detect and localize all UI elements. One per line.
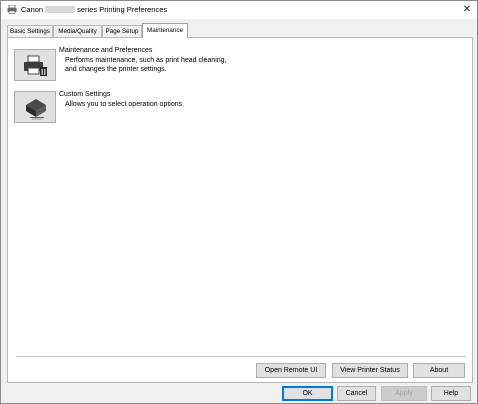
help-button[interactable]: Help: [431, 386, 471, 401]
apply-button[interactable]: Apply: [381, 386, 427, 401]
about-button[interactable]: About: [413, 363, 465, 378]
tab-maintenance[interactable]: Maintenance: [142, 23, 188, 38]
custom-settings-title: Custom Settings: [59, 91, 111, 98]
cancel-button[interactable]: Cancel: [337, 386, 376, 401]
open-remote-ui-button[interactable]: Open Remote UI: [256, 363, 326, 378]
maintenance-and-preferences-button[interactable]: [14, 49, 56, 81]
view-printer-status-button[interactable]: View Printer Status: [332, 363, 408, 378]
close-icon[interactable]: ✕: [459, 2, 475, 17]
tab-page-setup[interactable]: Page Setup: [102, 25, 142, 37]
tab-media-quality[interactable]: Media/Quality: [53, 25, 102, 37]
window-title-prefix: Canon: [21, 5, 44, 14]
tab-basic-settings[interactable]: Basic Settings: [7, 25, 53, 37]
window-title-suffix: series Printing Preferences: [77, 5, 168, 14]
printing-preferences-window: Canon series Printing Preferences ✕ Basic…: [0, 0, 478, 404]
title-bar: Canon series Printing Preferences ✕: [1, 1, 477, 19]
custom-settings-button[interactable]: [14, 91, 56, 123]
printer-custom-settings-icon: [26, 99, 46, 120]
custom-settings-desc: Allows you to select operation options.: [65, 101, 185, 108]
maintenance-and-preferences-title: Maintenance and Preferences: [59, 47, 153, 54]
maintenance-and-preferences-desc-line1: Performs maintenance, such as print head…: [65, 57, 227, 64]
printer-maintenance-icon: [24, 55, 47, 76]
model-name-redacted: [45, 6, 76, 13]
window-title: Canon series Printing Preferences: [21, 5, 167, 14]
ok-button[interactable]: OK: [282, 386, 333, 401]
printer-app-icon: [7, 5, 17, 14]
maintenance-and-preferences-desc-line2: and changes the printer settings.: [65, 66, 167, 73]
maintenance-panel: Maintenance and Preferences Performs mai…: [7, 37, 473, 383]
panel-separator: [16, 356, 466, 357]
